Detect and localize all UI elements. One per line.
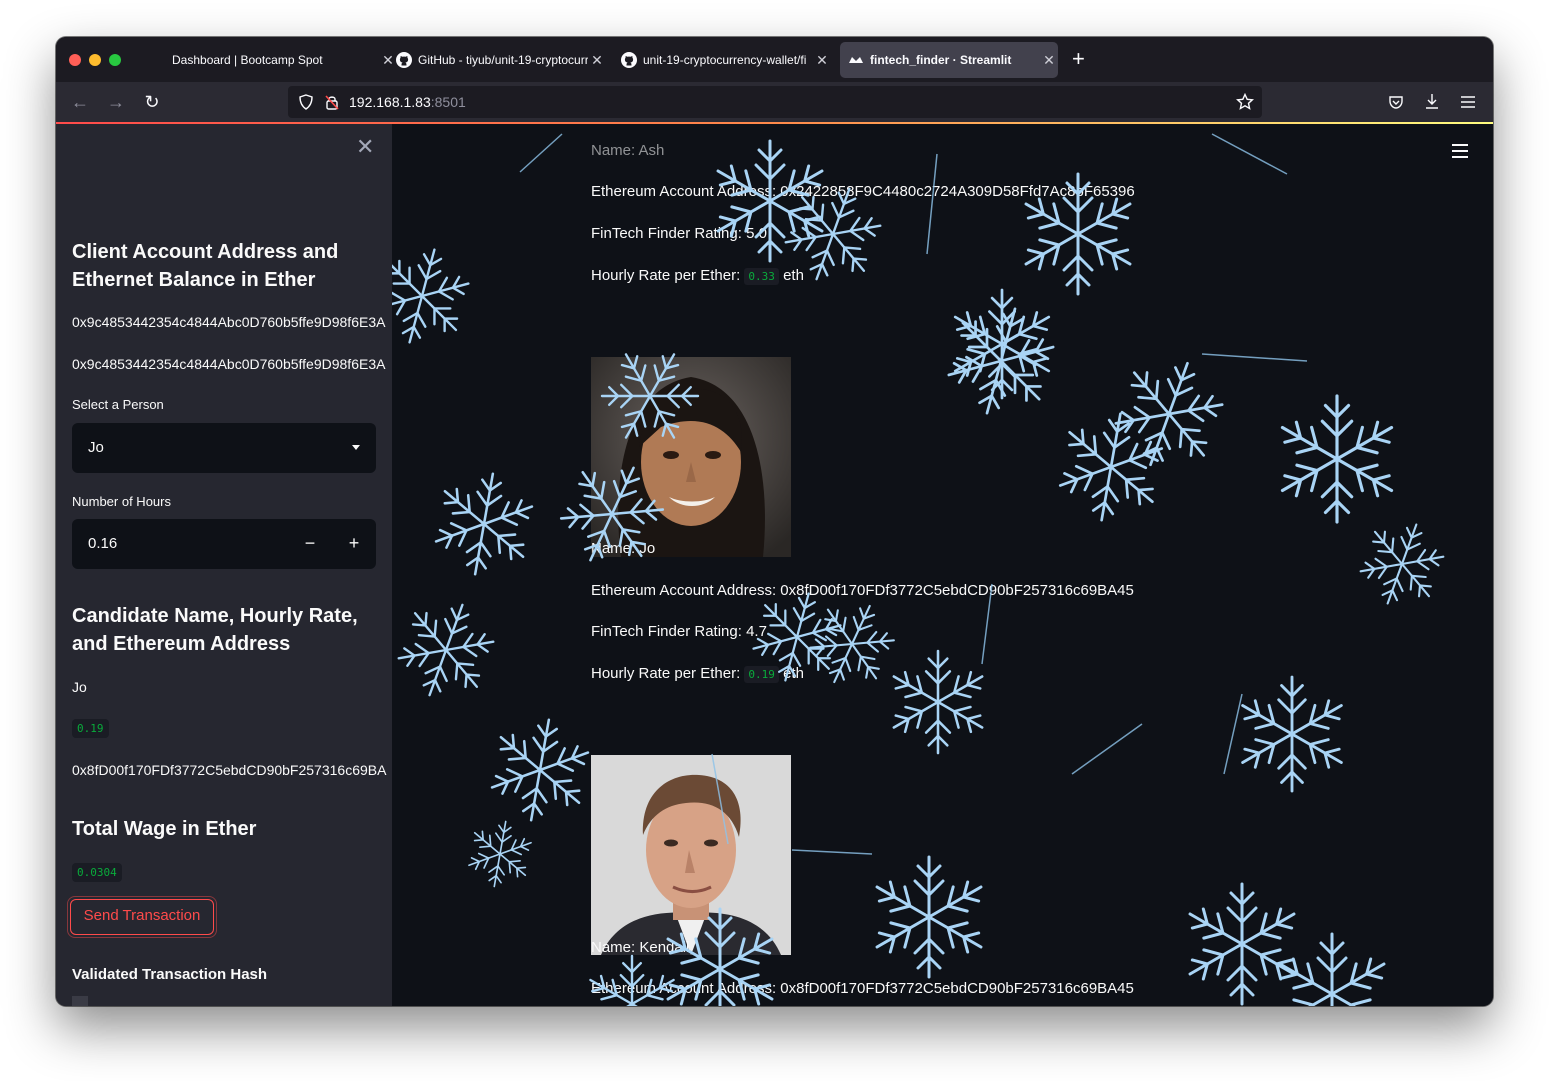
tab-close-icon[interactable]: ✕ <box>813 52 831 69</box>
url-port: :8501 <box>430 94 466 110</box>
candidate-rate-line: Hourly Rate per Ether: 0.33 eth <box>591 267 804 285</box>
snowflake-icon <box>797 588 907 699</box>
snowflake-icon <box>870 857 988 977</box>
snowflake-icon <box>1049 405 1172 530</box>
tab-close-icon[interactable]: ✕ <box>1040 52 1058 69</box>
streamlit-icon <box>849 57 863 63</box>
sidebar: ✕ Client Account Address and Ethernet Ba… <box>56 124 392 1006</box>
account-address: 0x9c4853442354c4844Abc0D760b5ffe9D98f6E3… <box>72 314 386 330</box>
main-content: Name: Ash Ethereum Account Address: 0x24… <box>392 124 1493 1006</box>
decrement-button[interactable]: − <box>299 532 321 554</box>
navigation-toolbar: ← → ↻ 192.168.1.83:8501 <box>56 82 1493 122</box>
candidate-rating-line: FinTech Finder Rating: 4.7 <box>591 623 767 640</box>
snowflake-icon <box>392 589 507 711</box>
url-text: 192.168.1.83:8501 <box>349 94 466 110</box>
snowflake-icon <box>1275 396 1399 522</box>
snowflake-icon <box>936 295 1066 427</box>
download-icon[interactable] <box>1424 93 1440 111</box>
snowflake-icon <box>1349 510 1455 617</box>
candidate-name-line: Name: Ash <box>591 142 665 159</box>
hours-stepper[interactable]: 0.16 − + <box>72 519 376 569</box>
shield-icon[interactable] <box>298 94 314 110</box>
back-arrow-icon[interactable]: ← <box>68 90 92 114</box>
snowflake-icon <box>392 237 480 354</box>
snowflake-icon <box>1183 884 1301 1004</box>
rate-prefix: Hourly Rate per Ether: <box>591 267 741 284</box>
increment-button[interactable]: + <box>343 532 365 554</box>
rate-value: 0.19 <box>744 666 779 683</box>
bookmark-star-icon[interactable] <box>1236 93 1254 111</box>
select-person-value: Jo <box>88 439 104 456</box>
hamburger-menu-icon[interactable] <box>1452 144 1468 162</box>
candidate-name: Jo <box>72 679 87 695</box>
tab-title: fintech_finder · Streamlit <box>870 53 1012 67</box>
wage-value: 0.0304 <box>72 863 122 882</box>
wage-heading: Total Wage in Ether <box>72 818 257 840</box>
rate-value: 0.33 <box>744 268 779 285</box>
tab-close-icon[interactable]: ✕ <box>379 52 397 69</box>
snowfall-overlay <box>392 133 1493 1006</box>
tab-title: GitHub - tiyub/unit-19-cryptocurrency <box>418 53 588 67</box>
candidate-rate-line: Hourly Rate per Ether: 0.19 eth <box>591 665 804 683</box>
close-sidebar-icon[interactable]: ✕ <box>356 134 374 160</box>
account-heading: Client Account Address and Ethernet Bala… <box>72 241 339 291</box>
snowflake-icon <box>949 290 1055 398</box>
tab-github-file[interactable]: unit-19-cryptocurrency-wallet/fi ✕ <box>621 42 831 78</box>
pocket-icon[interactable] <box>1388 94 1404 110</box>
candidate-heading: Candidate Name, Hourly Rate, and Ethereu… <box>72 605 358 655</box>
candidate-photo <box>591 755 791 955</box>
close-window-button[interactable] <box>69 54 81 66</box>
candidate-name-line: Name: Kendall <box>591 939 690 956</box>
new-tab-button[interactable]: + <box>1072 48 1085 70</box>
candidate-name-line: Name: Jo <box>591 540 656 557</box>
rate-suffix: eth <box>783 267 804 284</box>
minimize-window-button[interactable] <box>89 54 101 66</box>
hash-heading: Validated Transaction Hash <box>72 966 268 983</box>
tab-strip: Dashboard | Bootcamp Spot ✕ GitHub - tiy… <box>56 37 1493 82</box>
hours-value[interactable]: 0.16 <box>88 535 117 552</box>
insecure-lock-icon[interactable] <box>324 94 340 110</box>
snowflake-icon <box>426 465 542 583</box>
candidate-rating-line: FinTech Finder Rating: 5.0 <box>591 225 767 242</box>
address-bar[interactable]: 192.168.1.83:8501 <box>288 86 1262 118</box>
rate-suffix: eth <box>783 665 804 682</box>
candidate-address-line: Ethereum Account Address: 0x8fD00f170FDf… <box>591 980 1134 997</box>
forward-arrow-icon[interactable]: → <box>104 90 128 114</box>
github-icon <box>621 52 637 68</box>
select-person-dropdown[interactable]: Jo <box>72 423 376 473</box>
browser-window: Dashboard | Bootcamp Spot ✕ GitHub - tiy… <box>56 37 1493 1006</box>
snowflake-icon <box>1236 677 1348 791</box>
tab-streamlit[interactable]: fintech_finder · Streamlit ✕ <box>840 42 1058 78</box>
reload-icon[interactable]: ↻ <box>140 90 164 114</box>
url-host: 192.168.1.83 <box>349 94 431 110</box>
tab-close-icon[interactable]: ✕ <box>588 52 606 69</box>
candidate-address-line: Ethereum Account Address: 0x2422858F9C44… <box>591 183 1135 200</box>
hash-code-block <box>72 996 88 1006</box>
candidate-address: 0x8fD00f170FDf3772C5ebdCD90bF257316c69BA <box>72 762 387 778</box>
snowflake-icon <box>711 141 829 261</box>
candidate-address-line: Ethereum Account Address: 0x8fD00f170FDf… <box>591 582 1134 599</box>
send-transaction-button[interactable]: Send Transaction <box>70 899 214 935</box>
snowflake-icon <box>1273 934 1391 1006</box>
rate-prefix: Hourly Rate per Ether: <box>591 665 741 682</box>
github-icon <box>396 52 412 68</box>
tab-github-repo[interactable]: GitHub - tiyub/unit-19-cryptocurrency ✕ <box>396 42 606 78</box>
snowflake-icon <box>888 651 988 753</box>
tab-bootcamp[interactable]: Dashboard | Bootcamp Spot ✕ <box>156 42 397 78</box>
hours-label: Number of Hours <box>72 494 171 509</box>
snowflake-icon <box>1101 345 1238 483</box>
snowflake-icon <box>482 711 598 829</box>
snowflake-icon <box>462 816 537 892</box>
chevron-down-icon <box>352 445 360 450</box>
menu-icon[interactable] <box>1460 95 1476 109</box>
zoom-window-button[interactable] <box>109 54 121 66</box>
tab-title: Dashboard | Bootcamp Spot <box>172 53 323 67</box>
candidate-rate: 0.19 <box>72 719 109 738</box>
candidate-photo <box>591 357 791 557</box>
account-balance: 0x9c4853442354c4844Abc0D760b5ffe9D98f6E3… <box>72 356 386 372</box>
select-person-label: Select a Person <box>72 397 164 412</box>
tab-title: unit-19-cryptocurrency-wallet/fi <box>643 53 807 67</box>
